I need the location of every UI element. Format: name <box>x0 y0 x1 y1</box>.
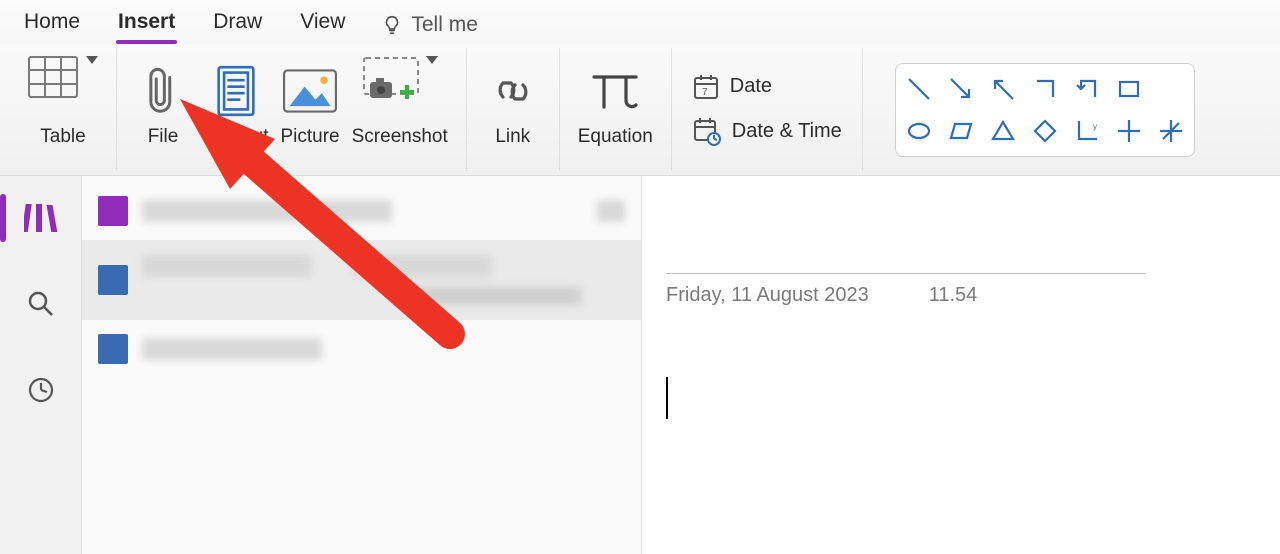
shape-axes-l[interactable]: y <box>1068 112 1106 150</box>
ribbon: Table File Printout <box>0 44 1280 176</box>
screenshot-label: Screenshot <box>352 126 448 148</box>
page-title-placeholder[interactable] <box>666 214 1146 274</box>
link-button[interactable]: Link <box>479 50 547 170</box>
equation-label: Equation <box>578 126 653 148</box>
redacted-text <box>402 287 582 305</box>
page-color-swatch <box>98 334 128 364</box>
file-button[interactable]: File <box>129 50 197 170</box>
shape-axes-cross[interactable] <box>1110 112 1148 150</box>
shape-parallelogram[interactable] <box>942 112 980 150</box>
link-icon <box>485 71 541 111</box>
rail-recent[interactable] <box>11 366 71 414</box>
list-item[interactable] <box>82 240 641 320</box>
table-label: Table <box>40 126 85 148</box>
page-date: Friday, 11 August 2023 <box>666 284 869 307</box>
clock-icon <box>26 375 56 405</box>
printout-label: Printout <box>203 126 268 148</box>
notebooks-icon <box>24 202 58 234</box>
redacted-text <box>597 200 625 222</box>
shapes-gallery[interactable]: y <box>895 63 1195 157</box>
list-item[interactable] <box>82 320 641 378</box>
link-label: Link <box>495 126 530 148</box>
picture-label: Picture <box>280 126 339 148</box>
pi-icon <box>588 69 642 113</box>
redacted-text <box>352 255 492 277</box>
date-button[interactable]: 7 Date <box>692 73 842 101</box>
calendar-icon: 7 <box>692 73 720 101</box>
group-datetime: 7 Date Date & Time <box>672 48 863 171</box>
tab-view[interactable]: View <box>298 6 347 44</box>
screenshot-button[interactable]: Screenshot <box>346 50 454 170</box>
redacted-text <box>142 255 312 277</box>
tell-me-search[interactable]: Tell me <box>381 13 478 37</box>
shape-triangle[interactable] <box>984 112 1022 150</box>
search-icon <box>26 289 56 319</box>
page-meta: Friday, 11 August 2023 11.54 <box>666 284 1256 307</box>
shape-arrow-nw[interactable] <box>984 70 1022 108</box>
text-cursor <box>666 377 668 419</box>
file-label: File <box>148 126 179 148</box>
group-tables: Table <box>10 48 117 171</box>
shape-uturn[interactable] <box>1068 70 1106 108</box>
chevron-down-icon <box>86 56 98 64</box>
page-color-swatch <box>98 196 128 226</box>
date-label: Date <box>730 75 772 98</box>
ribbon-tabs: Home Insert Draw View Tell me <box>0 0 1280 44</box>
left-rail <box>0 176 82 554</box>
chevron-down-icon <box>426 56 438 64</box>
note-canvas[interactable]: Friday, 11 August 2023 11.54 <box>642 176 1280 554</box>
redacted-text <box>142 200 392 222</box>
shape-line-nwse[interactable] <box>900 70 938 108</box>
group-shapes: y <box>863 48 1270 171</box>
datetime-label: Date & Time <box>732 120 842 143</box>
shape-diamond[interactable] <box>1026 112 1064 150</box>
tab-draw[interactable]: Draw <box>211 6 264 44</box>
table-icon <box>28 56 78 98</box>
shape-axes-3d[interactable] <box>1152 112 1190 150</box>
group-files: File Printout <box>117 48 467 171</box>
lightbulb-icon <box>381 14 403 36</box>
shape-elbow-right[interactable] <box>1026 70 1064 108</box>
group-link: Link <box>467 48 560 171</box>
printout-button[interactable]: Printout <box>197 50 274 170</box>
tell-me-label: Tell me <box>411 13 478 37</box>
svg-text:7: 7 <box>702 87 708 98</box>
tab-insert[interactable]: Insert <box>116 6 177 44</box>
page-time: 11.54 <box>929 284 978 307</box>
equation-button[interactable]: Equation <box>572 50 659 170</box>
paperclip-icon <box>146 64 180 118</box>
picture-button[interactable]: Picture <box>274 50 345 170</box>
rail-notebooks[interactable] <box>11 194 71 242</box>
shape-arrow-se[interactable] <box>942 70 980 108</box>
calendar-clock-icon <box>692 117 722 147</box>
document-icon <box>214 65 258 117</box>
workspace: Friday, 11 August 2023 11.54 <box>0 176 1280 554</box>
svg-text:y: y <box>1093 122 1097 131</box>
screenshot-icon <box>362 56 420 104</box>
page-list <box>82 176 642 554</box>
datetime-button[interactable]: Date & Time <box>692 117 842 147</box>
list-item[interactable] <box>82 182 641 240</box>
group-equation: Equation <box>560 48 672 171</box>
redacted-text <box>142 338 322 360</box>
shape-ellipse[interactable] <box>900 112 938 150</box>
shape-rectangle[interactable] <box>1110 70 1148 108</box>
tab-home[interactable]: Home <box>22 6 82 44</box>
picture-icon <box>283 69 337 113</box>
page-color-swatch <box>98 265 128 295</box>
table-button[interactable]: Table <box>22 50 104 170</box>
rail-search[interactable] <box>11 280 71 328</box>
